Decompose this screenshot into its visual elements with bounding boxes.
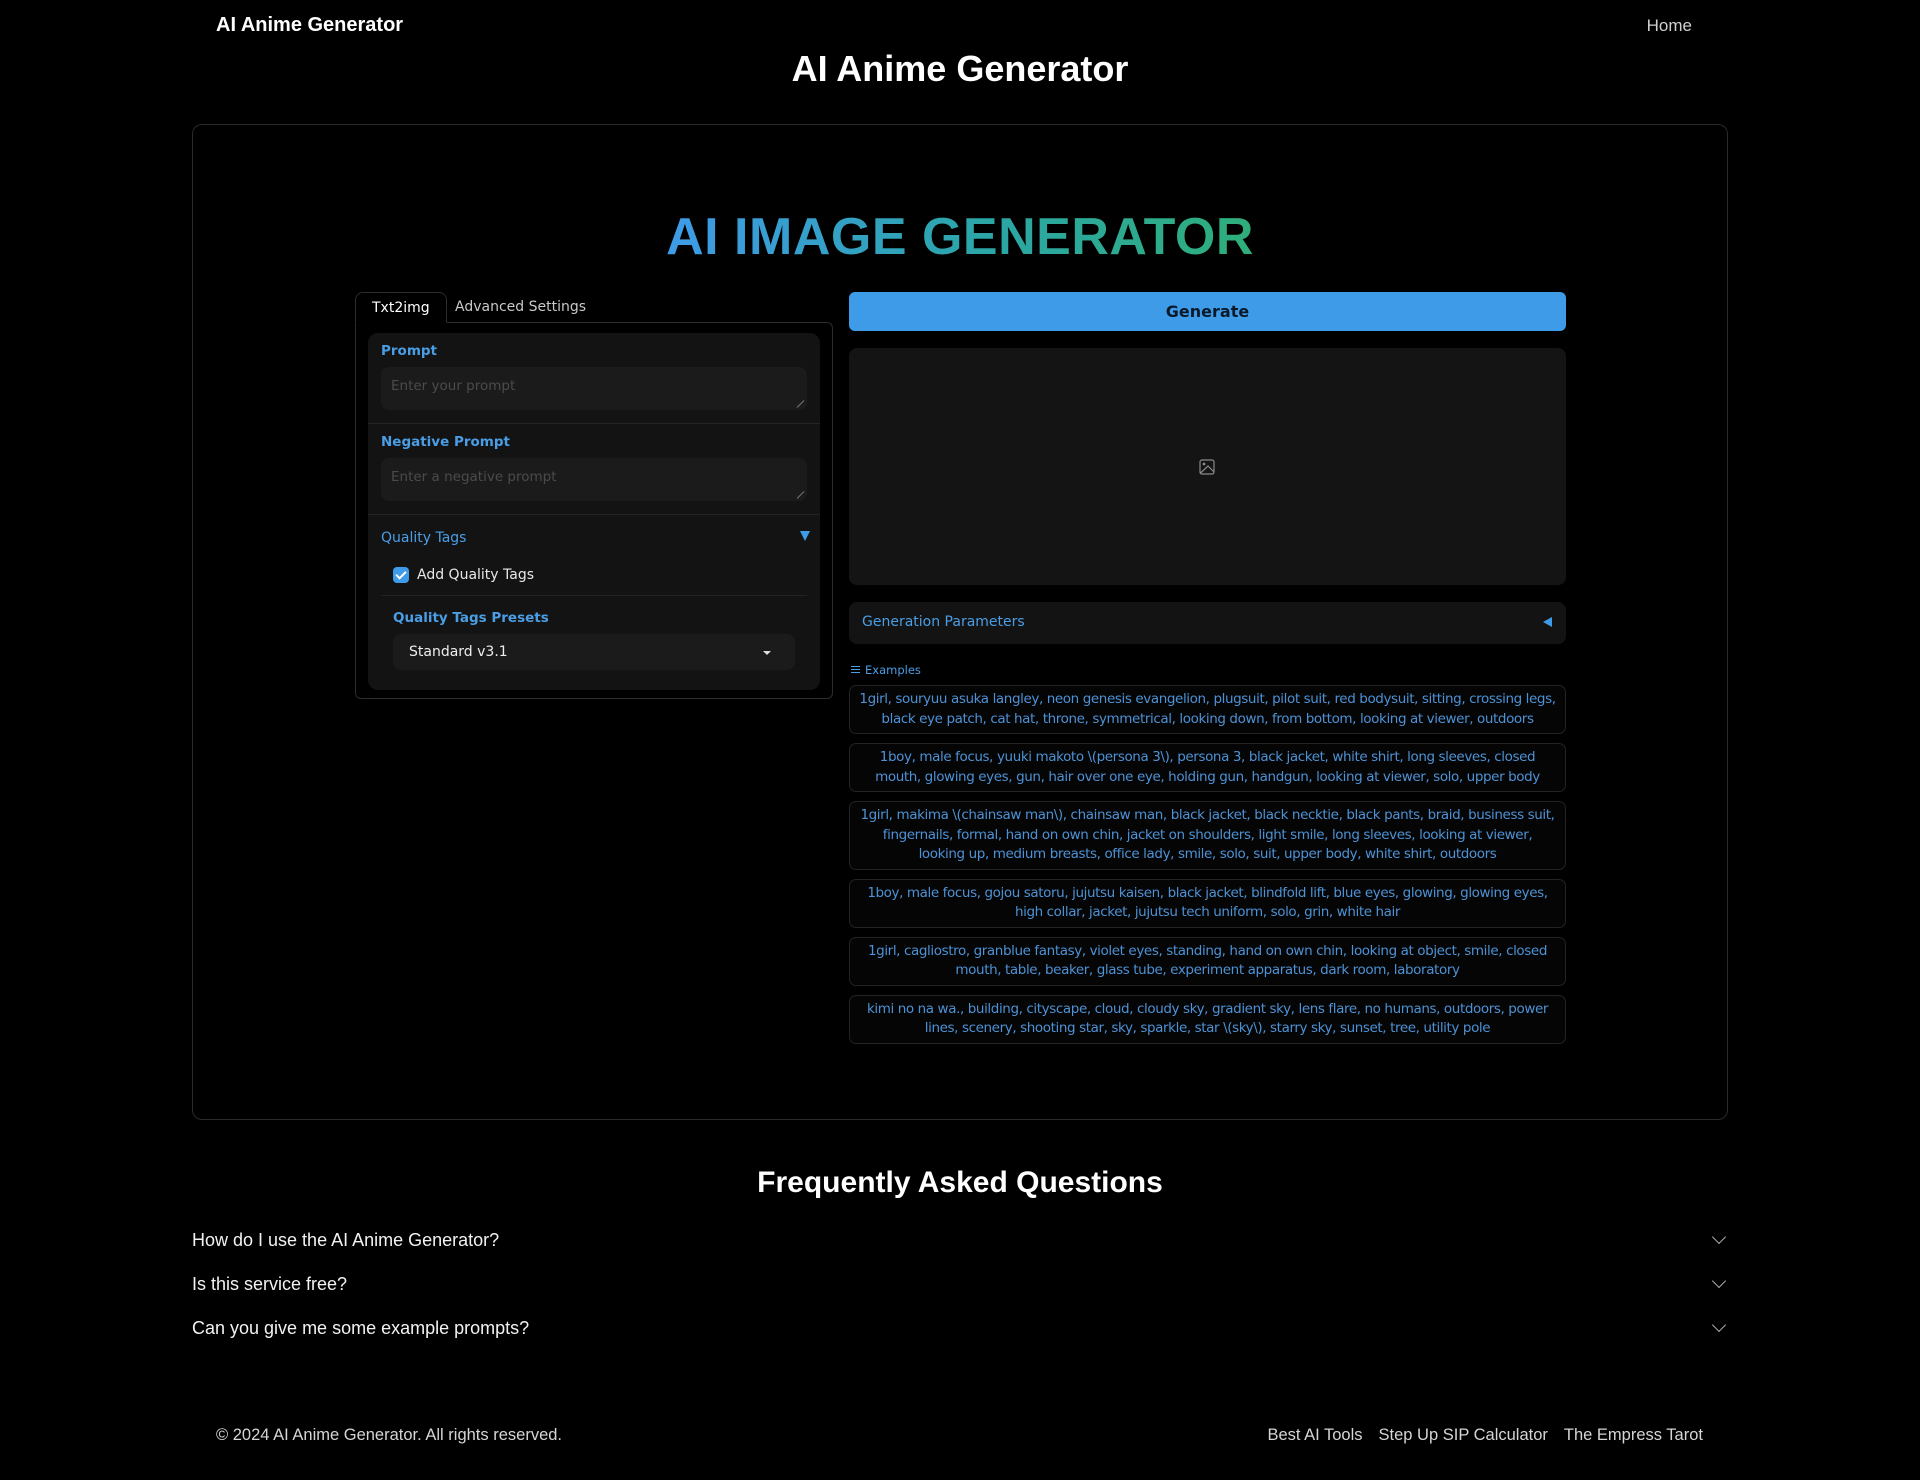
hero-title: AI IMAGE GENERATOR bbox=[666, 208, 1254, 266]
faq-question: Can you give me some example prompts? bbox=[192, 1318, 530, 1338]
caret-down-icon[interactable] bbox=[800, 531, 810, 541]
prompt-input[interactable] bbox=[381, 367, 807, 410]
nav-brand[interactable]: AI Anime Generator bbox=[216, 14, 403, 37]
image-icon bbox=[1199, 459, 1215, 475]
faq-question: Is this service free? bbox=[192, 1274, 348, 1294]
resize-handle-icon[interactable] bbox=[797, 400, 805, 408]
generator-card: AI IMAGE GENERATOR Txt2img Advanced Sett… bbox=[192, 124, 1728, 1120]
generation-parameters-title: Generation Parameters bbox=[862, 614, 1025, 630]
divider bbox=[368, 423, 820, 424]
settings-panel: Txt2img Advanced Settings Prompt Negativ… bbox=[355, 292, 833, 699]
chevron-down-icon bbox=[1711, 1273, 1727, 1289]
examples-title: Examples bbox=[865, 663, 921, 677]
generation-parameters-accordion[interactable]: Generation Parameters bbox=[849, 602, 1566, 644]
quality-tags-presets-select[interactable]: Standard v3.1 bbox=[393, 634, 795, 670]
footer-copyright: © 2024 AI Anime Generator. All rights re… bbox=[216, 1426, 563, 1444]
checkbox-checked-icon[interactable] bbox=[393, 567, 409, 583]
footer-link-best-ai-tools[interactable]: Best AI Tools bbox=[1267, 1426, 1362, 1445]
example-prompt[interactable]: 1boy, male focus, yuuki makoto \(persona… bbox=[849, 743, 1566, 792]
quality-tags-accordion[interactable]: Quality Tags bbox=[381, 530, 466, 546]
divider bbox=[368, 514, 820, 515]
faq-question: How do I use the AI Anime Generator? bbox=[192, 1230, 500, 1250]
resize-handle-icon[interactable] bbox=[797, 491, 805, 499]
prompt-label: Prompt bbox=[381, 343, 438, 359]
add-quality-tags-label: Add Quality Tags bbox=[417, 567, 535, 583]
caret-left-icon bbox=[1543, 617, 1552, 627]
selected-preset: Standard v3.1 bbox=[409, 644, 508, 660]
list-icon bbox=[851, 666, 860, 674]
negative-prompt-input[interactable] bbox=[381, 458, 807, 501]
chevron-down-icon bbox=[1711, 1229, 1727, 1245]
tab-bar: Txt2img Advanced Settings bbox=[355, 292, 833, 323]
footer-links: Best AI Tools Step Up SIP Calculator The… bbox=[1267, 1426, 1703, 1445]
footer-link-sip-calculator[interactable]: Step Up SIP Calculator bbox=[1379, 1426, 1548, 1445]
image-output bbox=[849, 348, 1566, 585]
prompt-block: Prompt Negative Prompt Quality Tags Add … bbox=[368, 333, 820, 690]
faq-title: Frequently Asked Questions bbox=[757, 1166, 1163, 1199]
add-quality-tags-checkbox[interactable]: Add Quality Tags bbox=[393, 565, 534, 585]
tab-advanced-settings[interactable]: Advanced Settings bbox=[439, 292, 602, 323]
tab-txt2img[interactable]: Txt2img bbox=[355, 292, 447, 323]
quality-tags-presets-label: Quality Tags Presets bbox=[393, 610, 549, 626]
negative-prompt-label: Negative Prompt bbox=[381, 434, 510, 450]
dropdown-caret-icon bbox=[763, 651, 771, 655]
footer-link-empress-tarot[interactable]: The Empress Tarot bbox=[1564, 1426, 1703, 1445]
examples-list: 1girl, souryuu asuka langley, neon genes… bbox=[849, 685, 1566, 1053]
faq-item[interactable]: Can you give me some example prompts? bbox=[192, 1314, 1728, 1344]
example-prompt[interactable]: 1girl, makima \(chainsaw man\), chainsaw… bbox=[849, 801, 1566, 870]
example-prompt[interactable]: 1boy, male focus, gojou satoru, jujutsu … bbox=[849, 878, 1566, 928]
faq-item[interactable]: Is this service free? bbox=[192, 1270, 1728, 1300]
page-title: AI Anime Generator bbox=[791, 48, 1129, 89]
examples-header: Examples bbox=[851, 663, 921, 677]
example-prompt[interactable]: kimi no na wa., building, cityscape, clo… bbox=[849, 994, 1566, 1044]
faq-item[interactable]: How do I use the AI Anime Generator? bbox=[192, 1226, 1728, 1256]
txt2img-panel: Prompt Negative Prompt Quality Tags Add … bbox=[355, 322, 833, 699]
generate-button[interactable]: Generate bbox=[849, 292, 1566, 331]
nav-home-link[interactable]: Home bbox=[1647, 16, 1692, 36]
example-prompt[interactable]: 1girl, souryuu asuka langley, neon genes… bbox=[849, 685, 1566, 734]
chevron-down-icon bbox=[1711, 1317, 1727, 1333]
divider bbox=[381, 595, 807, 596]
example-prompt[interactable]: 1girl, cagliostro, granblue fantasy, vio… bbox=[849, 936, 1566, 986]
